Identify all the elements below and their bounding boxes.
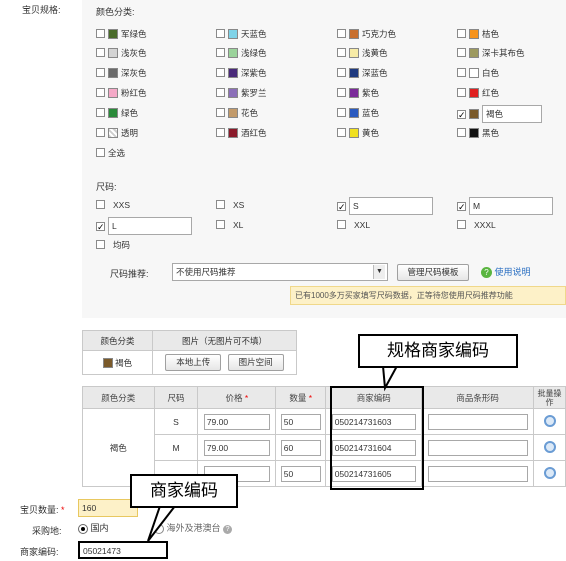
callout-spec-code: 规格商家编码 [358,334,518,368]
callout-pointer-merchant [147,505,178,542]
spec-code-highlight [330,386,424,490]
callout-pointers [147,364,399,542]
callout-merchant-code: 商家编码 [130,474,238,508]
callout-pointer-spec [381,365,399,392]
